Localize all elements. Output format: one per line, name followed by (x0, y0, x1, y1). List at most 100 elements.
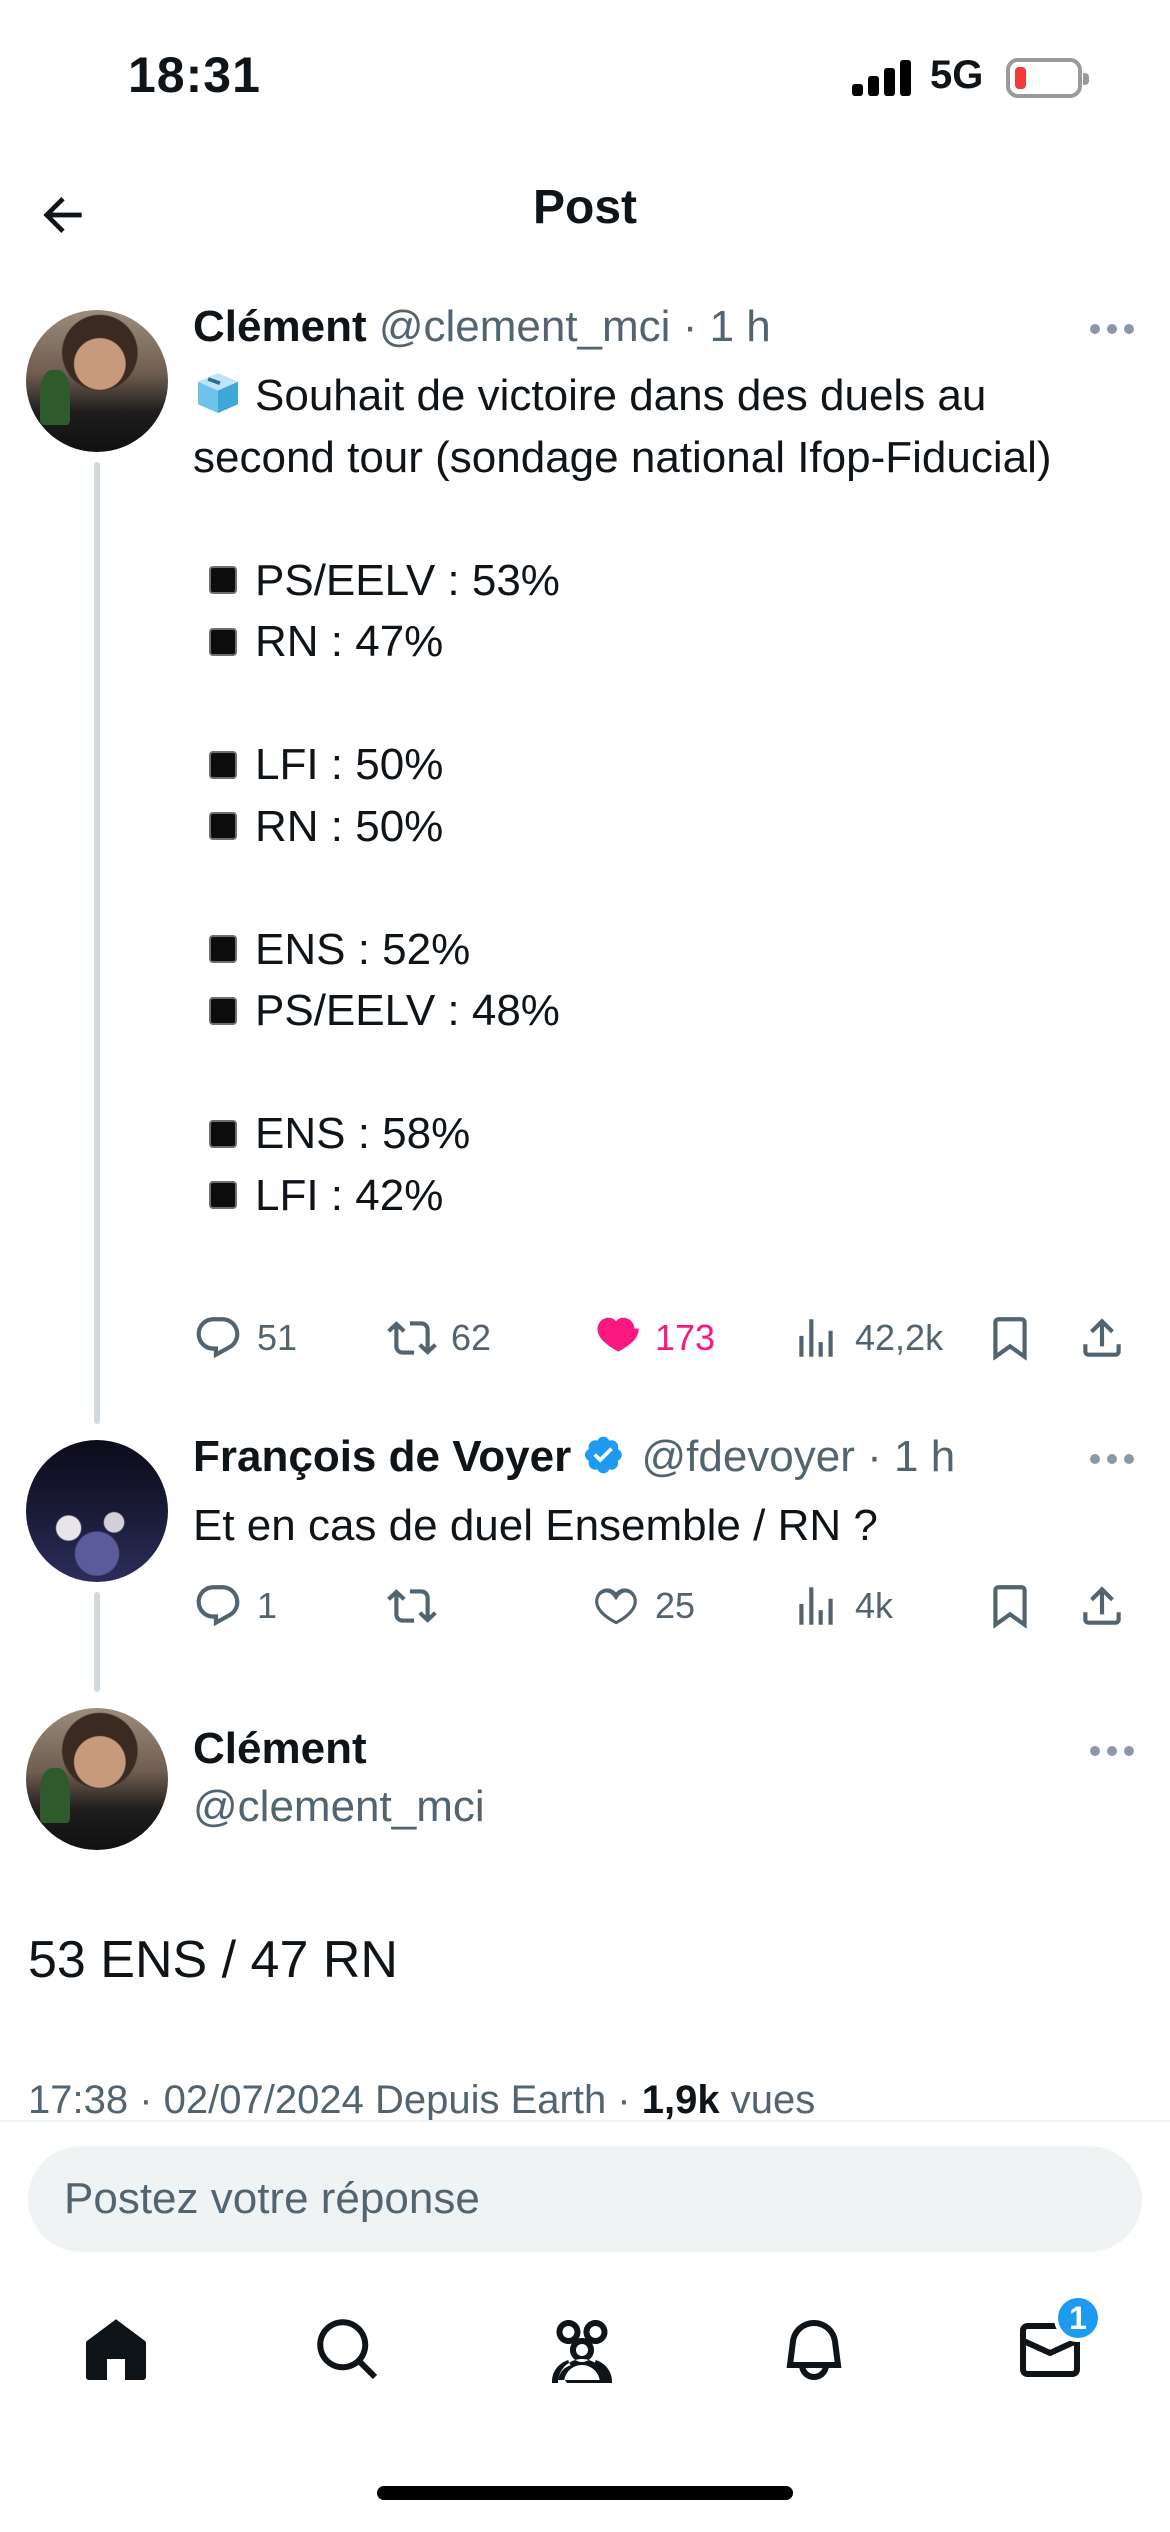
author-handle[interactable]: @clement_mci (193, 1782, 485, 1831)
poll-line-text: RN : 47% (255, 617, 444, 666)
status-bar: 18:31 5G (0, 0, 1170, 150)
view-count: 4k (855, 1585, 894, 1626)
author-handle[interactable]: @fdevoyer (641, 1432, 854, 1481)
bookmark-button[interactable] (985, 1576, 1035, 1636)
home-icon (86, 2319, 146, 2380)
page-title: Post (532, 181, 637, 234)
more-options-button[interactable] (1090, 324, 1134, 336)
retweet-button[interactable] (387, 1576, 451, 1636)
thread-line (94, 462, 100, 1424)
reply-button[interactable]: 51 (193, 1308, 297, 1368)
views-button[interactable]: 42,2k (791, 1308, 943, 1368)
poll-line: ENS : 52% (193, 919, 1093, 981)
reply-button[interactable]: 1 (193, 1576, 277, 1636)
bookmark-icon (993, 1317, 1027, 1361)
tweet-intro-text: Souhait de victoire dans des duels au se… (193, 371, 1052, 482)
square-icon (209, 935, 237, 964)
reply-bar (0, 2122, 1170, 2272)
tab-bar: 1 (0, 2290, 1170, 2410)
avatar[interactable] (26, 1708, 168, 1850)
poll-line-text: LFI : 50% (255, 740, 444, 789)
heart-icon (595, 1588, 637, 1625)
tab-communities[interactable] (542, 2310, 622, 2390)
retweet-button[interactable]: 62 (387, 1308, 491, 1368)
thread-line (94, 1592, 100, 1692)
views-button[interactable]: 4k (791, 1576, 893, 1636)
square-icon (209, 812, 237, 841)
views-count: 1,9k (641, 2078, 720, 2122)
square-icon (209, 1181, 237, 1210)
retweet-count: 62 (451, 1317, 492, 1358)
tab-notifications[interactable] (774, 2310, 854, 2390)
avatar[interactable] (26, 310, 168, 452)
post-meta: 17:38 · 02/07/2024 Depuis Earth · 1,9k v… (28, 2078, 815, 2123)
reply-count: 51 (257, 1317, 298, 1358)
bookmark-button[interactable] (985, 1308, 1035, 1368)
like-count: 173 (655, 1317, 716, 1358)
main-post-text: 53 ENS / 47 RN (28, 1931, 398, 1989)
reply-input[interactable] (28, 2146, 1142, 2252)
signal-icon (852, 60, 914, 96)
search-icon (317, 2319, 378, 2380)
home-indicator[interactable] (377, 2486, 793, 2500)
like-button[interactable]: 25 (591, 1576, 695, 1636)
communities-icon (552, 2320, 612, 2383)
views-chart-icon (799, 1587, 833, 1625)
poll-line: LFI : 42% (193, 1165, 1093, 1227)
reply-count: 1 (257, 1585, 278, 1626)
views-chart-icon (799, 1319, 833, 1357)
like-count: 25 (655, 1585, 696, 1626)
square-icon (209, 750, 237, 779)
heart-filled-icon (597, 1317, 639, 1352)
main-post-header: Clément (193, 1724, 367, 1774)
poll-line: RN : 47% (193, 611, 1093, 673)
bookmark-icon (993, 1585, 1027, 1629)
share-icon (1083, 1586, 1121, 1625)
view-count: 42,2k (855, 1317, 944, 1358)
tweet-text: Et en cas de duel Ensemble / RN ? (193, 1501, 878, 1550)
author-name[interactable]: Clément (193, 302, 367, 351)
author-name[interactable]: Clément (193, 1724, 367, 1773)
post-timestamp[interactable]: 17:38 · 02/07/2024 Depuis Earth · (28, 2078, 631, 2122)
retweet-icon (387, 1589, 437, 1623)
poll-line-text: RN : 50% (255, 801, 444, 851)
tab-home[interactable] (76, 2310, 156, 2390)
poll-line-text: ENS : 58% (255, 1109, 471, 1158)
poll-line-text: PS/EELV : 48% (255, 986, 560, 1035)
square-icon (209, 1119, 237, 1148)
reply-icon (196, 1585, 240, 1627)
share-icon (1083, 1318, 1121, 1357)
share-button[interactable] (1077, 1576, 1127, 1636)
poll-line: PS/EELV : 48% (193, 980, 1093, 1042)
like-button[interactable]: 173 (591, 1308, 715, 1368)
author-handle[interactable]: @clement_mci (379, 302, 671, 351)
notifications-icon (786, 2320, 842, 2380)
post-time[interactable]: 1 h (894, 1432, 955, 1481)
poll-line: ENS : 58% (193, 1103, 1093, 1165)
views-label: vues (730, 2078, 816, 2122)
more-options-button[interactable] (1090, 1454, 1134, 1466)
avatar[interactable] (26, 1440, 168, 1582)
network-label: 5G (930, 53, 984, 97)
tweet-actions: 1 25 4k (193, 1576, 1153, 1636)
battery-icon (1006, 58, 1089, 98)
poll-line-text: ENS : 52% (255, 924, 471, 974)
tab-search[interactable] (308, 2310, 388, 2390)
square-icon (209, 627, 237, 656)
post-time[interactable]: 1 h (710, 302, 771, 351)
messages-badge: 1 (1054, 2294, 1102, 2342)
poll-line: PS/EELV : 53% (193, 550, 1093, 612)
reply-icon (196, 1317, 240, 1359)
square-icon (209, 566, 237, 595)
author-name[interactable]: François de Voyer (193, 1432, 571, 1481)
tweet-intro: Souhait de victoire dans des duels au se… (193, 365, 1093, 488)
share-button[interactable] (1077, 1308, 1127, 1368)
retweet-icon (387, 1321, 437, 1355)
header: Post (0, 160, 1170, 260)
tab-messages[interactable]: 1 (1010, 2294, 1102, 2390)
more-options-button[interactable] (1090, 1746, 1134, 1758)
square-icon (209, 996, 237, 1025)
separator: · (867, 1432, 882, 1481)
ballot-box-icon (198, 373, 238, 413)
main-post-handle-row: @clement_mci (193, 1782, 485, 1832)
